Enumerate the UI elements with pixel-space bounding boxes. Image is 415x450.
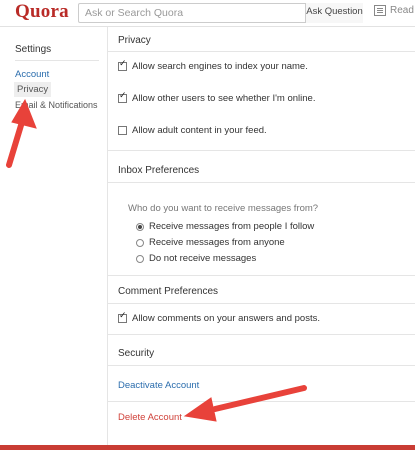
arrow-to-privacy xyxy=(6,98,37,168)
annotation-arrows xyxy=(6,98,307,422)
arrow-to-delete-account xyxy=(183,385,307,422)
